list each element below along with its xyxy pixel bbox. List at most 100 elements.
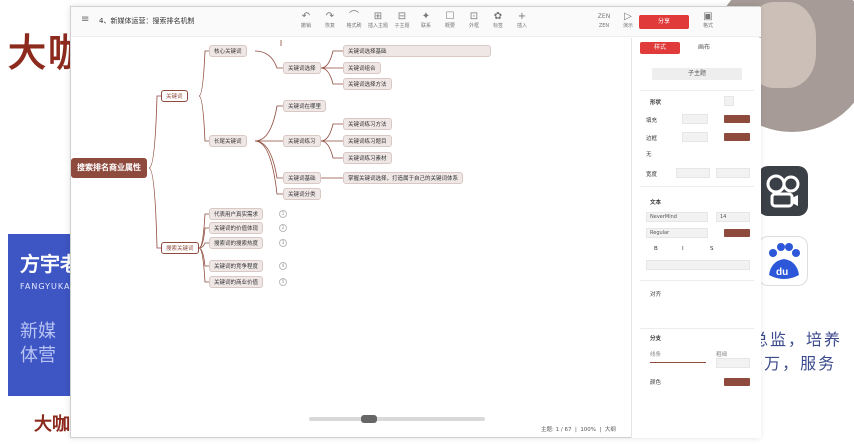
pitch-button[interactable]: ▷ 演示 — [617, 11, 639, 33]
summary-button[interactable]: ☐ 概要 — [439, 11, 461, 33]
panel-icon: ▣ — [703, 11, 713, 22]
svg-text:du: du — [776, 267, 788, 278]
boundary-button[interactable]: ⊡ 外框 — [463, 11, 485, 33]
topic-badge: 3 — [279, 239, 287, 247]
branch-width-label: 粗细 — [716, 352, 728, 358]
align-label: 对齐 — [650, 292, 662, 298]
slide-right-text-1: 总监，培养 — [752, 330, 843, 349]
font-size-select[interactable]: 14 — [716, 212, 750, 222]
insert-topic-button[interactable]: ⊞ 插入主题 — [367, 11, 389, 33]
tab-style[interactable]: 样式 — [640, 42, 680, 54]
horizontal-scrollbar[interactable] — [309, 417, 485, 421]
topic-search-child-5[interactable]: 关键词的商业价值 — [209, 276, 264, 288]
root-topic[interactable]: 搜索排名商业属性 — [71, 158, 147, 178]
baidu-icon: du — [758, 236, 808, 286]
share-button[interactable]: 分享 — [639, 15, 689, 29]
fill-color-swatch[interactable] — [724, 115, 750, 123]
topic-keyword-selection[interactable]: 关键词选择 — [283, 62, 321, 74]
topic-keyword[interactable]: 关键词 — [161, 90, 188, 102]
font-weight-select[interactable]: Regular — [646, 228, 708, 238]
undo-icon: ↶ — [301, 11, 311, 22]
document-title: 4、新媒体运营：搜索排名机制 — [99, 17, 195, 25]
topic-core-item-3[interactable]: 关键词选择方法 — [343, 78, 392, 90]
branch-line-label: 线条 — [650, 352, 662, 358]
mindmap-app-window: ≡ 4、新媒体运营：搜索排名机制 ↶ 撤销 ↷ 恢复 ⌒ 格式刷 ⊞ 插入主题 ⊟ 子主题… — [70, 6, 761, 438]
border-label: 边框 — [646, 136, 658, 142]
fill-select[interactable] — [682, 114, 708, 124]
text-label: 文本 — [650, 200, 662, 206]
status-bar: 主题: 1 / 67 | 100% | 大纲 — [541, 427, 616, 433]
format-painter-button[interactable]: ⌒ 格式刷 — [343, 11, 365, 33]
branch-width-select[interactable] — [716, 358, 750, 368]
boundary-icon: ⊡ — [469, 11, 479, 22]
subtopic-icon: ⊟ — [397, 11, 407, 22]
topic-core-keyword[interactable]: 核心关键词 — [209, 45, 247, 57]
redo-button[interactable]: ↷ 恢复 — [319, 11, 341, 33]
zoom-level[interactable]: 100% — [580, 427, 596, 433]
format-panel-toggle[interactable]: ▣ 格式 — [697, 11, 719, 33]
topic-long-tail-keyword[interactable]: 长尾关键词 — [209, 135, 247, 147]
branch-label: 分支 — [650, 336, 662, 342]
tab-canvas[interactable]: 画布 — [684, 42, 724, 54]
topic-badge: 5 — [279, 278, 287, 286]
plus-icon: + — [517, 11, 527, 22]
width-field[interactable] — [676, 168, 710, 178]
topic-search-child-4[interactable]: 关键词的竞争程度 — [209, 260, 264, 272]
fill-label: 填充 — [646, 118, 658, 124]
outline-toggle[interactable]: 大纲 — [605, 427, 616, 433]
subtopic-style-button[interactable]: 子主题 — [652, 68, 742, 80]
toolbar: ≡ 4、新媒体运营：搜索排名机制 ↶ 撤销 ↷ 恢复 ⌒ 格式刷 ⊞ 插入主题 ⊟ 子主题… — [71, 7, 761, 37]
menu-icon[interactable]: ≡ — [81, 14, 89, 25]
relationship-button[interactable]: ✦ 联系 — [415, 11, 437, 33]
slide-panel-body: 新媒 体营 — [20, 321, 56, 366]
height-field[interactable] — [716, 168, 750, 178]
play-icon: ▷ — [624, 11, 632, 22]
topic-count: 主题: 1 / 67 — [541, 427, 572, 433]
topic-search-keyword[interactable]: 搜索关键词 — [161, 242, 199, 254]
topic-core-item-2[interactable]: 关键词组合 — [343, 62, 381, 74]
branch-color-swatch[interactable] — [724, 378, 750, 386]
zen-icon: ZEN — [597, 13, 611, 20]
alignment-buttons[interactable] — [646, 260, 750, 270]
topic-long-sub-4[interactable]: 关键词分类 — [283, 188, 321, 200]
topic-long-sub-1[interactable]: 关键词在哪里 — [283, 100, 327, 112]
zen-button[interactable]: ZEN ZEN — [593, 11, 615, 33]
subtopic-button[interactable]: ⊟ 子主题 — [391, 11, 413, 33]
topic-search-child-2[interactable]: 关键词的价值体现 — [209, 222, 264, 234]
scrollbar-thumb[interactable] — [361, 415, 377, 423]
topic-long-item-3[interactable]: 关键词练习素材 — [343, 152, 392, 164]
bold-button[interactable]: B — [654, 246, 658, 252]
redo-icon: ↷ — [325, 11, 335, 22]
topic-long-sub-2[interactable]: 关键词练习 — [283, 135, 321, 147]
topic-search-child-3[interactable]: 搜索词的搜索热度 — [209, 237, 264, 249]
undo-button[interactable]: ↶ 撤销 — [295, 11, 317, 33]
topic-search-child-1[interactable]: 代表用户真实需求 — [209, 208, 264, 220]
border-color-swatch[interactable] — [724, 133, 750, 141]
marker-button[interactable]: ✿ 标签 — [487, 11, 509, 33]
topic-long-sub-3[interactable]: 关键词基础 — [283, 172, 321, 184]
topic-long-item-1[interactable]: 关键词练习方法 — [343, 118, 392, 130]
none-option[interactable]: 无 — [646, 150, 652, 158]
shape-select[interactable] — [724, 96, 734, 106]
mindmap-canvas[interactable]: 搜索排名商业属性 关键词 搜索关键词 核心关键词 关键词选择 关键词选择基础 关… — [71, 38, 631, 438]
strike-button[interactable]: S — [710, 246, 714, 252]
insert-button[interactable]: + 插入 — [511, 11, 533, 33]
topic-badge: 2 — [279, 224, 287, 232]
topic-long-item-2[interactable]: 关键词练习题目 — [343, 135, 392, 147]
topic-icon: ⊞ — [373, 11, 383, 22]
topic-long-extra[interactable]: 掌握关键词选择，打造属于自己的关键词体系 — [343, 172, 464, 184]
relationship-icon: ✦ — [421, 11, 431, 22]
topic-core-item-1[interactable]: 关键词选择基础 — [343, 45, 491, 57]
italic-button[interactable]: I — [682, 246, 684, 252]
kuaishou-icon — [758, 166, 808, 216]
text-color-swatch[interactable] — [724, 229, 750, 237]
format-painter-icon: ⌒ — [349, 11, 359, 22]
shape-label: 形状 — [650, 100, 662, 106]
connector-lines — [148, 40, 343, 283]
slide-right-text-2: 0万，服务 — [752, 354, 837, 373]
topic-badge: 4 — [279, 262, 287, 270]
format-panel: 样式 画布 子主题 形状 填充 边框 无 宽度 文本 NeverMind 14 … — [631, 38, 761, 438]
border-select[interactable] — [682, 132, 708, 142]
font-family-select[interactable]: NeverMind — [646, 212, 708, 222]
branch-line-style[interactable] — [650, 362, 706, 363]
